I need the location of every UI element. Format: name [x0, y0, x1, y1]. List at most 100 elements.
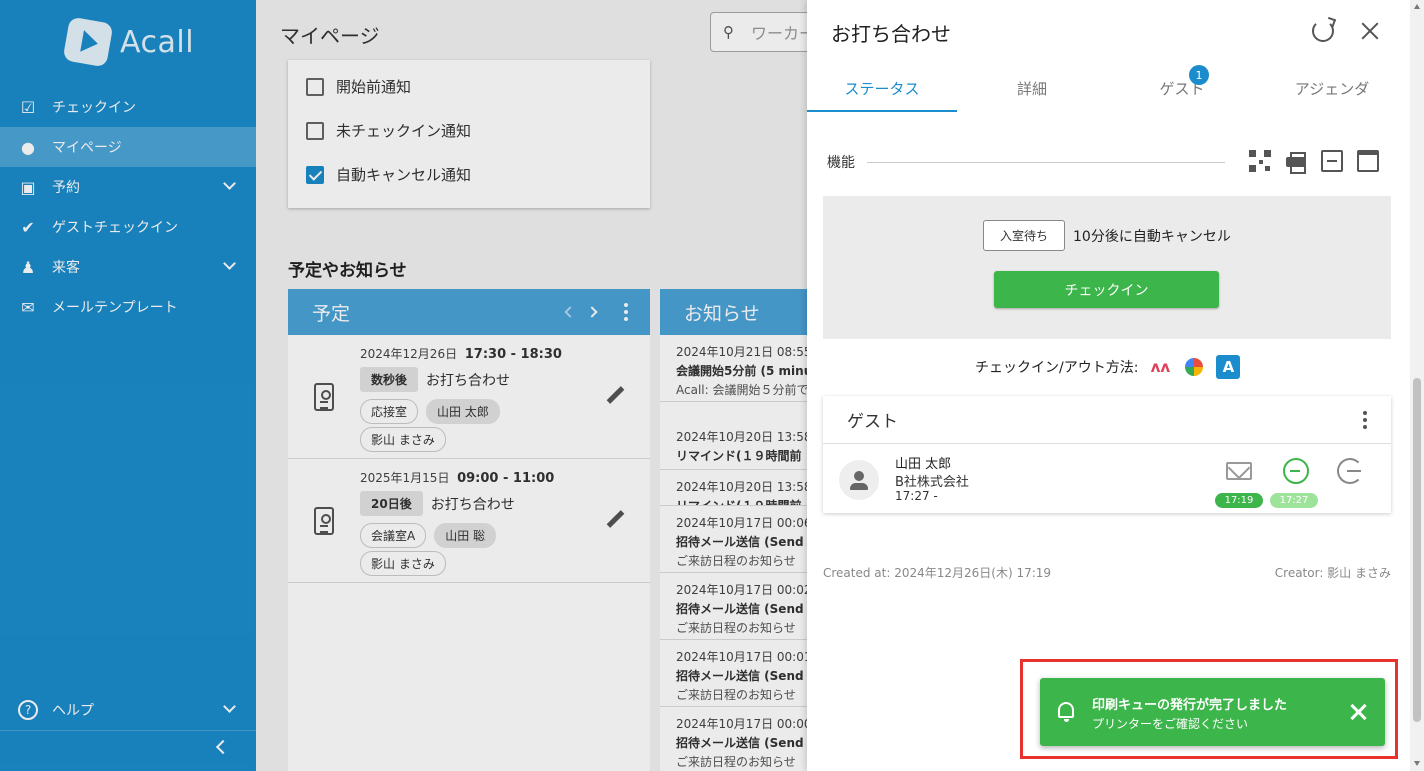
host-chip: 影山 まさみ [360, 551, 446, 576]
auto-cancel-text: 10分後に自動キャンセル [1073, 229, 1231, 245]
checkbox-icon: ☑ [20, 97, 36, 117]
guest-card: ゲスト 山田 太郎 B社株式会社 17:27 - 17:19 17:27 [823, 396, 1391, 513]
sidebar-item-label: メールテンプレート [52, 300, 178, 316]
news-column: お知らせ 2024年10月21日 08:55 会議開始5分前 (5 minu A… [660, 289, 807, 771]
page-title: マイページ [280, 24, 380, 48]
scroll-down-icon[interactable] [1414, 761, 1420, 766]
acall-app-icon: ʌʌ [1150, 358, 1171, 376]
user-circle-icon: ● [21, 137, 35, 157]
scan-icon[interactable] [1321, 150, 1343, 172]
event-title-row: 20日後 お打ち合わせ [360, 491, 515, 516]
guest-time: 17:27 - [895, 489, 938, 503]
panel-scrollbar[interactable] [1410, 0, 1424, 771]
guest-company: B社株式会社 [895, 475, 969, 490]
scrollbar-thumb[interactable] [1413, 378, 1421, 722]
sidebar-item-checkin[interactable]: ☑ チェックイン [0, 87, 256, 127]
sidebar-item-visitor[interactable]: ♟ 来客 [0, 247, 256, 287]
mail-time-badge: 17:19 [1215, 493, 1263, 508]
news-item[interactable]: 2024年10月17日 00:01 招待メール送信 (Send ご来訪日程のお知… [660, 640, 807, 707]
tab-guest[interactable]: ゲスト [1107, 64, 1257, 112]
calendar-clock-icon: ▣ [20, 177, 36, 197]
notification-option-no-checkin[interactable]: 未チェックイン通知 [306, 120, 471, 141]
toast-close-icon[interactable] [1349, 703, 1367, 721]
event-date: 2024年12月26日 17:30 - 18:30 [360, 347, 562, 362]
event-title-row: 数秒後 お打ち合わせ [360, 367, 510, 392]
sidebar-item-reservation[interactable]: ▣ 予約 [0, 167, 256, 207]
sidebar-nav: ☑ チェックイン ● マイページ ▣ 予約 ✔ ゲストチェックイン ♟ 来客 ✉… [0, 87, 256, 327]
id-badge-icon [314, 383, 334, 411]
checkout-icon[interactable] [1337, 458, 1363, 484]
sidebar-item-label: 予約 [52, 180, 80, 196]
schedule-header: 予定 [288, 289, 650, 335]
news-item[interactable]: 2024年10月17日 00:00 招待メール送信 (Send ご来訪日程のお知… [660, 707, 807, 771]
mail-check-icon[interactable] [1226, 462, 1252, 480]
print-icon[interactable] [1285, 150, 1307, 174]
edit-icon[interactable] [606, 511, 624, 529]
calendar-icon[interactable] [1357, 150, 1379, 172]
sidebar-item-guest-checkin[interactable]: ✔ ゲストチェックイン [0, 207, 256, 247]
chevron-left-icon[interactable] [564, 306, 576, 318]
function-row: 機能 [827, 150, 1391, 174]
room-chip: 会議室A [360, 523, 427, 548]
panel-tabs: ステータス 詳細 ゲスト アジェンダ [807, 64, 1407, 112]
news-item[interactable]: 2024年10月17日 00:02 招待メール送信 (Send ご来訪日程のお知… [660, 573, 807, 640]
checkin-method-label: チェックイン/アウト方法: [975, 360, 1139, 376]
more-vert-icon[interactable] [1363, 411, 1367, 432]
tab-status[interactable]: ステータス [807, 64, 957, 112]
guest-chip: 山田 太郎 [426, 399, 500, 424]
chevron-down-icon [223, 700, 236, 713]
toast-notification: 印刷キューの発行が完了しました プリンターをご確認ください [1040, 678, 1385, 746]
worker-search-placeholder: ワーカー [751, 24, 807, 43]
function-icons [1249, 150, 1379, 174]
sidebar-item-mypage[interactable]: ● マイページ [0, 127, 256, 167]
schedule-event[interactable]: 2025年1月15日 09:00 - 11:00 20日後 お打ち合わせ 会議室… [288, 459, 650, 583]
news-item[interactable]: 2024年10月21日 08:55 会議開始5分前 (5 minu Acall:… [660, 335, 807, 402]
scroll-up-icon[interactable] [1414, 4, 1420, 9]
user-search-icon: ⚲ [723, 23, 734, 41]
event-chips: 会議室A 山田 聡 [360, 523, 497, 548]
chevron-down-icon [223, 257, 236, 270]
checkin-button[interactable]: チェックイン [994, 271, 1219, 308]
qr-code-icon[interactable] [1249, 150, 1271, 172]
notification-settings-card: 開始前通知 未チェックイン通知 自動キャンセル通知 [288, 60, 650, 208]
tab-agenda[interactable]: アジェンダ [1257, 64, 1407, 112]
collapse-sidebar-icon[interactable] [215, 739, 231, 755]
sidebar-item-label: ヘルプ [52, 703, 94, 719]
schedule-header-label: 予定 [312, 302, 351, 325]
logo-text: Acall [120, 24, 195, 60]
sidebar-item-mail-template[interactable]: ✉ メールテンプレート [0, 287, 256, 327]
option-label: 未チェックイン通知 [336, 122, 472, 140]
sidebar-item-label: マイページ [52, 140, 122, 156]
chevron-right-icon[interactable] [586, 306, 598, 318]
edit-icon[interactable] [606, 387, 624, 405]
event-host-row: 影山 まさみ [360, 427, 446, 452]
notification-option-before-start[interactable]: 開始前通知 [306, 76, 411, 97]
option-label: 開始前通知 [336, 78, 412, 96]
sidebar-divider [0, 730, 256, 731]
schedule-event[interactable]: 2024年12月26日 17:30 - 18:30 数秒後 お打ち合わせ 応接室… [288, 335, 650, 459]
guest-name: 山田 太郎 [895, 457, 952, 472]
acall-logo-icon [62, 16, 114, 68]
event-date: 2025年1月15日 09:00 - 11:00 [360, 471, 555, 486]
bell-icon [1058, 702, 1074, 722]
sidebar-item-help[interactable]: ? ヘルプ [0, 690, 256, 730]
tab-details[interactable]: 詳細 [957, 64, 1107, 112]
event-chips: 応接室 山田 太郎 [360, 399, 500, 424]
mail-icon: ✉ [21, 297, 35, 317]
checkin-icon[interactable] [1283, 458, 1309, 484]
notification-option-auto-cancel[interactable]: 自動キャンセル通知 [306, 164, 471, 185]
worker-search-input[interactable]: ⚲ ワーカー [710, 12, 807, 52]
checkbox-checked[interactable] [306, 165, 324, 184]
news-item[interactable]: 2024年10月17日 00:06 招待メール送信 (Send ご来訪日程のお知… [660, 506, 807, 573]
main-header: マイページ ⚲ ワーカー [256, 0, 807, 64]
news-item[interactable]: 2024年10月20日 13:58 リマインド(１９時間前 [660, 470, 807, 506]
close-icon[interactable] [1360, 21, 1380, 41]
news-item[interactable]: 2024年10月20日 13:58 リマインド(１９時間前 [660, 402, 807, 470]
acall-logo[interactable]: Acall [62, 16, 195, 68]
sidebar-item-label: チェックイン [52, 100, 136, 116]
refresh-icon[interactable] [1312, 20, 1334, 42]
checkbox[interactable] [306, 77, 324, 96]
checkbox[interactable] [306, 121, 324, 140]
more-vert-icon[interactable] [624, 303, 628, 321]
google-icon [1185, 358, 1204, 376]
